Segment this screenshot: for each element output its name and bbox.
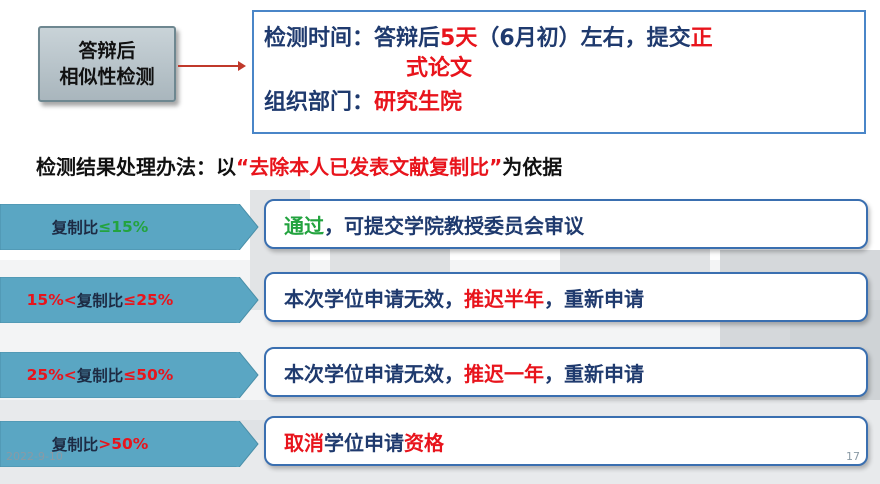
time-days: 5天 bbox=[440, 26, 478, 51]
rule-label-pre: 复制比 bbox=[76, 292, 124, 310]
rule-label-cond: ≤25% bbox=[123, 291, 174, 309]
method-suffix: 为依据 bbox=[502, 155, 563, 179]
footer-date: 2022-9-10 bbox=[6, 450, 63, 463]
org-label: 组织部门： bbox=[264, 90, 375, 115]
method-quote: “去除本人已发表文献复制比” bbox=[236, 155, 503, 179]
result-box-1: 通过 ，可提交学院教授委员会审议 bbox=[264, 199, 868, 249]
time-formal: 正 bbox=[690, 26, 713, 51]
time-formal-cont: 式论文 bbox=[406, 56, 473, 81]
info-box: 检测时间：答辩后5天（6月初）左右，提交正 式论文 组织部门：研究生院 bbox=[252, 10, 866, 134]
rule-label-cond: ≤15% bbox=[98, 218, 149, 236]
time-label: 检测时间： bbox=[264, 26, 375, 51]
result-box-4: 取消 学位申请 资格 bbox=[264, 416, 868, 466]
method-line: 检测结果处理办法：以“去除本人已发表文献复制比”为依据 bbox=[36, 151, 562, 180]
result-highlight: 取消 bbox=[284, 430, 324, 455]
org-line: 组织部门：研究生院 bbox=[264, 88, 462, 118]
result-rest: ，重新申请 bbox=[544, 361, 644, 386]
rule-label-cond: >50% bbox=[98, 435, 149, 453]
rule-label-2: 15%< 复制比 ≤25% bbox=[0, 277, 259, 323]
title-line-1: 答辩后 bbox=[78, 40, 136, 62]
title-button[interactable]: 答辩后 相似性检测 bbox=[38, 26, 176, 102]
result-mid: 学位申请 bbox=[324, 430, 404, 455]
result-rest: ，可提交学院教授委员会审议 bbox=[324, 213, 584, 238]
result-box-2: 本次学位申请无效， 推迟半年 ，重新申请 bbox=[264, 272, 868, 322]
result-highlight: 通过 bbox=[284, 213, 324, 238]
result-box-3: 本次学位申请无效， 推迟一年 ，重新申请 bbox=[264, 347, 868, 397]
result-highlight-2: 资格 bbox=[404, 430, 444, 455]
method-prefix: 检测结果处理办法：以 bbox=[36, 155, 236, 179]
connector-arrow bbox=[178, 61, 246, 71]
result-highlight: 推迟半年 bbox=[464, 286, 544, 311]
time-line: 检测时间：答辩后5天（6月初）左右，提交正 bbox=[264, 24, 713, 54]
org-value: 研究生院 bbox=[374, 90, 463, 115]
rule-label-a: 15%< bbox=[26, 291, 77, 309]
result-rest: ，重新申请 bbox=[544, 286, 644, 311]
rule-label-a: 25%< bbox=[26, 366, 77, 384]
rule-label-1: 复制比 ≤15% bbox=[0, 204, 259, 250]
rule-label-3: 25%< 复制比 ≤50% bbox=[0, 352, 259, 398]
time-pre: 答辩后 bbox=[374, 26, 441, 51]
page-number: 17 bbox=[846, 450, 860, 463]
result-pre: 本次学位申请无效， bbox=[284, 361, 464, 386]
time-mid: （6月初）左右，提交 bbox=[477, 26, 691, 51]
rule-label-cond: ≤50% bbox=[123, 366, 174, 384]
result-pre: 本次学位申请无效， bbox=[284, 286, 464, 311]
rule-label-pre: 复制比 bbox=[51, 219, 99, 237]
result-highlight: 推迟一年 bbox=[464, 361, 544, 386]
rule-label-pre: 复制比 bbox=[76, 367, 124, 385]
title-line-2: 相似性检测 bbox=[59, 66, 155, 88]
